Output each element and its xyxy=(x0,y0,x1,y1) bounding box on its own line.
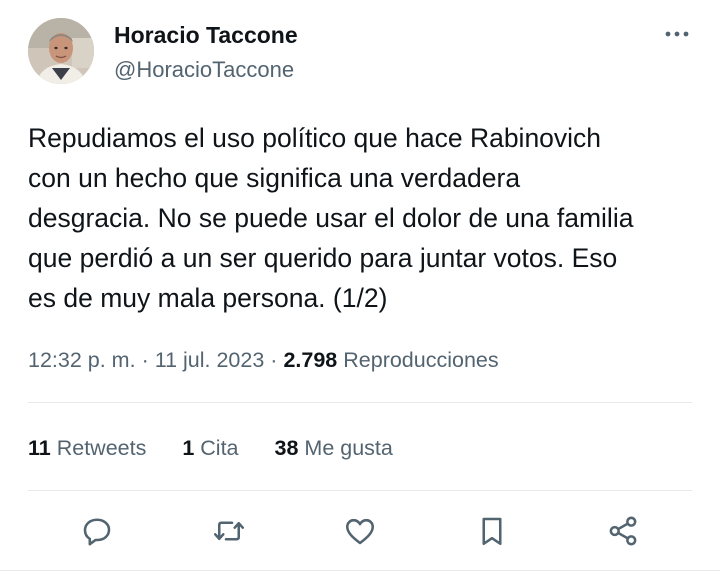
author-display-name[interactable]: Horacio Taccone xyxy=(114,20,298,50)
meta-separator: · xyxy=(141,348,149,372)
tweet-time[interactable]: 12:32 p. m. xyxy=(28,348,136,372)
bookmark-icon xyxy=(482,517,502,546)
divider xyxy=(28,490,692,491)
quotes-count: 1 xyxy=(182,436,195,460)
views-label: Reproducciones xyxy=(343,348,499,372)
retweets-stat[interactable]: 11 Retweets xyxy=(28,433,146,463)
quotes-label: Cita xyxy=(200,436,239,460)
share-icon xyxy=(609,516,637,546)
reply-button[interactable] xyxy=(74,508,120,554)
bottom-divider xyxy=(0,570,720,571)
more-options-button[interactable] xyxy=(664,24,690,44)
divider xyxy=(28,402,692,403)
retweet-icon xyxy=(213,521,245,541)
author-handle[interactable]: @HoracioTaccone xyxy=(114,55,298,85)
profile-photo-icon xyxy=(28,18,94,84)
author-info: Horacio Taccone @HoracioTaccone xyxy=(114,20,298,85)
likes-stat[interactable]: 38 Me gusta xyxy=(275,433,393,463)
avatar[interactable] xyxy=(28,18,94,84)
retweets-label: Retweets xyxy=(56,436,147,460)
tweet-text: Repudiamos el uso político que hace Rabi… xyxy=(28,123,634,313)
like-button[interactable] xyxy=(337,508,383,554)
tweet-header: Horacio Taccone @HoracioTaccone xyxy=(28,18,700,88)
action-bar xyxy=(0,508,720,554)
quotes-stat[interactable]: 1 Cita xyxy=(182,433,238,463)
retweets-count: 11 xyxy=(28,436,51,460)
share-button[interactable] xyxy=(600,508,646,554)
meta-separator: · xyxy=(270,348,278,372)
engagement-stats: 11 Retweets 1 Cita 38 Me gusta xyxy=(28,433,423,463)
views-count: 2.798 xyxy=(283,348,338,372)
likes-label: Me gusta xyxy=(304,436,393,460)
heart-icon xyxy=(345,518,375,545)
bookmark-button[interactable] xyxy=(469,508,515,554)
retweet-button[interactable] xyxy=(206,508,252,554)
likes-count: 38 xyxy=(274,436,299,460)
tweet-date[interactable]: 11 jul. 2023 xyxy=(155,348,265,372)
reply-icon xyxy=(83,518,111,546)
more-dots-icon xyxy=(665,31,689,37)
tweet-meta: 12:32 p. m. · 11 jul. 2023 · 2.798 Repro… xyxy=(28,345,499,375)
